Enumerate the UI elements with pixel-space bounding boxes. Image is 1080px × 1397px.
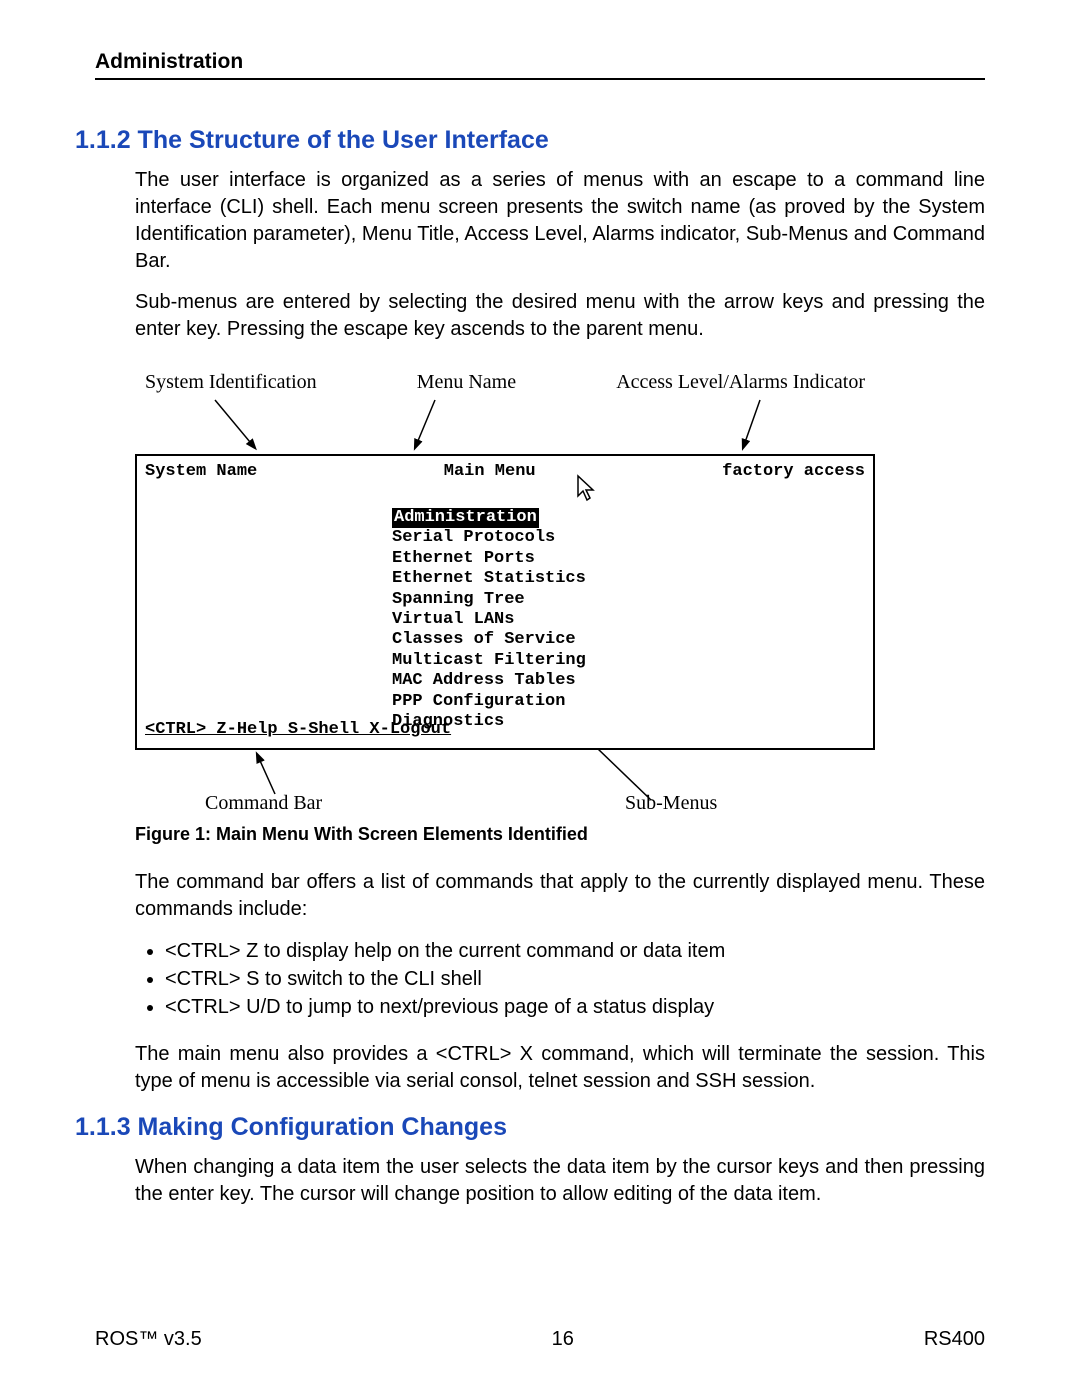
header-title: Administration [95,50,243,73]
command-list: <CTRL> Z to display help on the current … [165,937,985,1021]
callout-sub-menus: Sub-Menus [625,792,717,815]
callout-system-identification: System Identification [145,371,317,394]
section-1-1-2-p2: Sub-menus are entered by selecting the d… [135,289,985,343]
terminal-window: System Name Main Menu factory access Adm… [135,454,875,750]
terminal-access-level: factory access [722,462,865,482]
terminal-menu-list: Administration Serial Protocols Ethernet… [392,508,586,732]
figure-1: System Identification Menu Name Access L… [135,371,875,814]
figure-bottom-callouts: Command Bar Sub-Menus [135,750,875,814]
section-1-1-2-p1: The user interface is organized as a ser… [135,167,985,275]
command-list-item: <CTRL> Z to display help on the current … [165,937,985,965]
menu-item-selected[interactable]: Administration [392,508,539,528]
menu-item[interactable]: PPP Configuration [392,692,586,712]
page-header: Administration [95,50,985,80]
terminal-header-row: System Name Main Menu factory access [145,462,865,482]
section-1-1-2-p4: The main menu also provides a <CTRL> X c… [135,1041,985,1095]
mouse-cursor-icon [575,474,597,502]
section-1-1-3-heading: 1.1.3 Making Configuration Changes [75,1113,985,1142]
menu-item[interactable]: Spanning Tree [392,590,586,610]
callout-menu-name: Menu Name [417,371,516,394]
command-list-item: <CTRL> U/D to jump to next/previous page… [165,993,985,1021]
menu-item[interactable]: Multicast Filtering [392,651,586,671]
callout-command-bar: Command Bar [205,792,322,815]
terminal-menu-title: Main Menu [257,462,722,482]
terminal-system-name: System Name [145,462,257,482]
section-1-1-2-p3: The command bar offers a list of command… [135,869,985,923]
menu-item[interactable]: Classes of Service [392,630,586,650]
footer-model: RS400 [924,1328,985,1351]
top-arrows-svg [135,398,875,454]
figure-1-caption: Figure 1: Main Menu With Screen Elements… [135,824,985,845]
page: Administration 1.1.2 The Structure of th… [0,0,1080,1397]
figure-top-callouts: System Identification Menu Name Access L… [145,371,865,394]
terminal-command-bar[interactable]: <CTRL> Z-Help S-Shell X-Logout [145,720,451,740]
menu-item[interactable]: Ethernet Ports [392,549,586,569]
footer-page-number: 16 [552,1328,574,1351]
menu-item[interactable]: Virtual LANs [392,610,586,630]
figure-top-arrows [135,398,875,454]
footer-product: ROS™ v3.5 [95,1328,202,1351]
callout-access-level: Access Level/Alarms Indicator [616,371,865,394]
section-1-1-2-heading: 1.1.2 The Structure of the User Interfac… [75,126,985,155]
page-footer: ROS™ v3.5 16 RS400 [95,1328,985,1351]
section-1-1-3-p1: When changing a data item the user selec… [135,1154,985,1208]
menu-item[interactable]: MAC Address Tables [392,671,586,691]
menu-item[interactable]: Serial Protocols [392,528,586,548]
menu-item[interactable]: Ethernet Statistics [392,569,586,589]
command-list-item: <CTRL> S to switch to the CLI shell [165,965,985,993]
